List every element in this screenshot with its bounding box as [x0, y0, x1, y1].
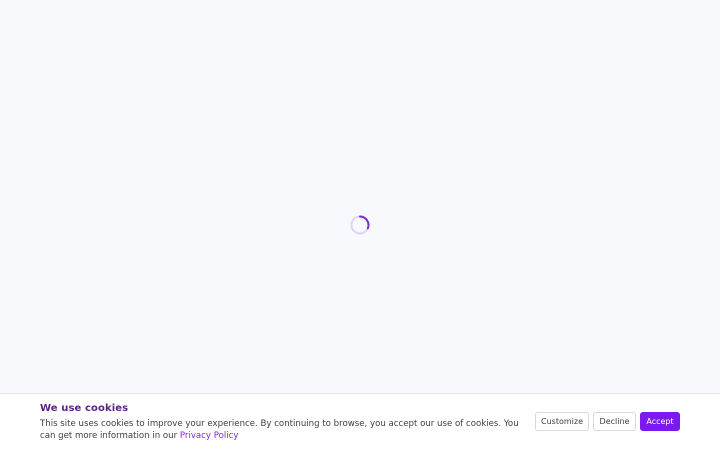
cookie-banner-title: We use cookies — [40, 403, 129, 414]
loading-spinner-icon — [350, 215, 370, 235]
customize-button[interactable]: Customize — [535, 412, 589, 431]
cookie-banner: We use cookies This site uses cookies to… — [0, 393, 720, 450]
privacy-policy-link[interactable]: Privacy Policy — [180, 431, 239, 441]
cookie-banner-message: This site uses cookies to improve your e… — [40, 418, 526, 442]
decline-button[interactable]: Decline — [593, 412, 636, 431]
cookie-message-text: This site uses cookies to improve your e… — [40, 419, 519, 441]
accept-button[interactable]: Accept — [640, 412, 680, 431]
page: We use cookies This site uses cookies to… — [0, 0, 720, 450]
